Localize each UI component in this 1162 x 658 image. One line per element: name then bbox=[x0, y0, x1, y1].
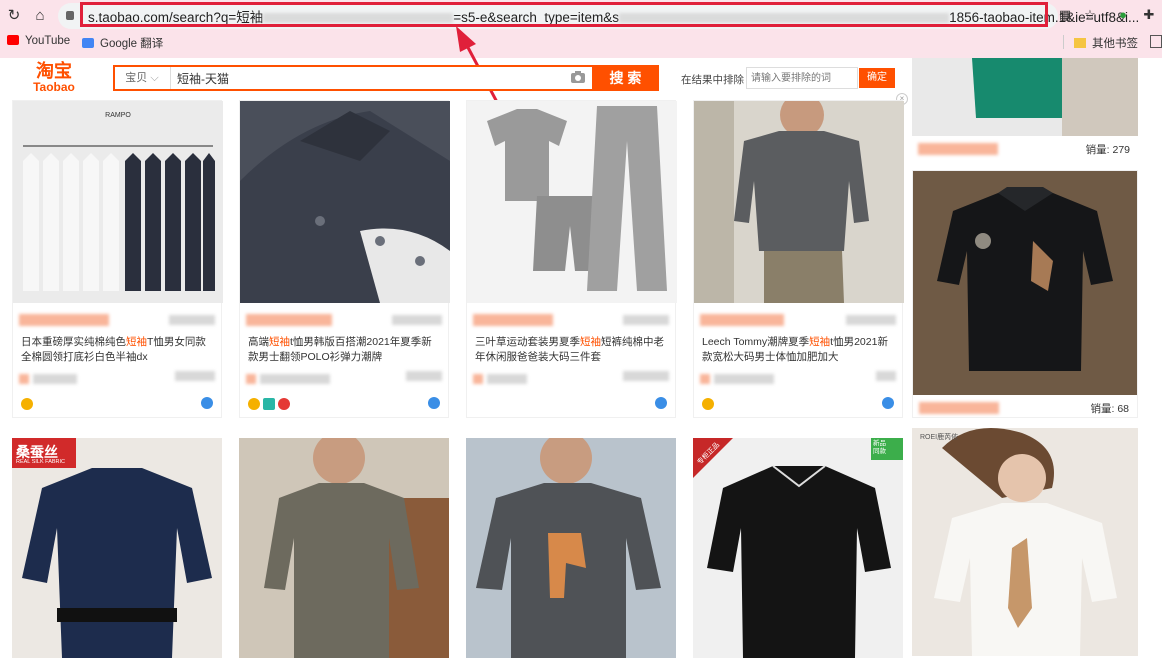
puzzle-icon[interactable]: ✚ bbox=[1140, 6, 1158, 24]
price-row bbox=[918, 142, 998, 160]
search-input[interactable]: 短袖-天猫 bbox=[177, 70, 229, 87]
exclude-input[interactable] bbox=[746, 67, 858, 89]
brand-badge-sub: REAL SILK FABRIC bbox=[16, 459, 66, 465]
reading-list-icon[interactable] bbox=[1150, 35, 1162, 48]
title-highlight: 短袖 bbox=[126, 336, 147, 348]
bookmark-google-translate[interactable]: Google 翻译 bbox=[82, 35, 163, 51]
flower-icon bbox=[278, 397, 290, 410]
badge-row bbox=[21, 395, 36, 410]
taobao-logo[interactable]: 淘宝 Taobao bbox=[28, 62, 80, 96]
title-highlight: 短袖 bbox=[580, 336, 601, 348]
search-button[interactable]: 搜 索 bbox=[592, 65, 659, 91]
product-image[interactable] bbox=[694, 101, 904, 303]
bookmark-label: YouTube bbox=[25, 35, 71, 47]
product-image[interactable]: ROEI鹿芮依 bbox=[912, 428, 1138, 656]
side-product-card[interactable]: 销量: 279 bbox=[912, 58, 1138, 158]
logo-en: Taobao bbox=[33, 80, 75, 94]
exclude-confirm-button[interactable]: 确定 bbox=[859, 68, 895, 88]
chevron-down-icon: ⌵ bbox=[150, 72, 159, 84]
product-image[interactable] bbox=[240, 101, 450, 303]
product-image[interactable] bbox=[467, 101, 677, 303]
star-icon[interactable]: ☆ bbox=[1081, 6, 1099, 24]
svg-text:RAMPO: RAMPO bbox=[105, 112, 131, 119]
wangwang-chat-icon[interactable] bbox=[882, 397, 894, 409]
product-title[interactable]: 三叶草运动套装男夏季短袖短裤纯棉中老年休闲服爸爸装大码三件套 bbox=[475, 335, 669, 365]
new-badge: 新品 同款 bbox=[873, 440, 886, 455]
title-text: 高端 bbox=[248, 336, 269, 348]
product-image[interactable] bbox=[912, 58, 1138, 136]
wangwang-chat-icon[interactable] bbox=[655, 397, 667, 409]
badge-row bbox=[248, 395, 293, 410]
wangwang-chat-icon[interactable] bbox=[428, 397, 440, 409]
badge-row bbox=[702, 395, 717, 410]
home-icon[interactable]: ⌂ bbox=[30, 6, 50, 26]
product-image[interactable] bbox=[466, 438, 676, 658]
title-highlight: 短袖 bbox=[809, 336, 831, 348]
price-row bbox=[700, 313, 896, 327]
extension-globe-icon[interactable]: ● bbox=[1114, 6, 1132, 24]
price-row bbox=[473, 313, 669, 327]
product-image[interactable]: 桑蚕丝 REAL SILK FABRIC bbox=[12, 438, 222, 658]
shop-row bbox=[700, 371, 896, 384]
product-card[interactable]: 三叶草运动套装男夏季短袖短裤纯棉中老年休闲服爸爸装大码三件套 bbox=[466, 100, 677, 418]
exclude-label: 在结果中排除 bbox=[681, 74, 744, 86]
folder-icon bbox=[1074, 38, 1086, 48]
title-highlight: 短袖 bbox=[269, 336, 290, 348]
search-scope-select[interactable]: 宝贝 ⌵ bbox=[114, 67, 171, 89]
bookmark-label: Google 翻译 bbox=[100, 38, 164, 50]
scope-label: 宝贝 bbox=[125, 72, 148, 84]
translate-icon bbox=[82, 38, 94, 48]
title-text: 三叶草运动套装男夏季 bbox=[475, 336, 580, 348]
brand-badge: ROEI鹿芮依 bbox=[920, 434, 959, 441]
bookmark-youtube[interactable]: YouTube bbox=[7, 35, 70, 47]
title-text: 日本重磅厚实纯棉纯色 bbox=[21, 336, 126, 348]
title-text: Leech Tommy潮牌夏季 bbox=[702, 336, 810, 348]
bookmark-label: 其他书签 bbox=[1092, 38, 1138, 50]
camera-icon[interactable] bbox=[570, 70, 586, 84]
product-title[interactable]: Leech Tommy潮牌夏季短袖t恤男2021新款宽松大码男士体恤加肥加大 bbox=[702, 335, 896, 365]
product-title[interactable]: 日本重磅厚实纯棉纯色短袖T恤男女同款全棉圆领打底衫白色半袖dx bbox=[21, 335, 215, 365]
product-card[interactable]: Leech Tommy潮牌夏季短袖t恤男2021新款宽松大码男士体恤加肥加大 bbox=[693, 100, 904, 418]
shop-row bbox=[246, 371, 442, 384]
gold-seller-icon bbox=[248, 397, 260, 410]
product-image[interactable] bbox=[239, 438, 449, 658]
guarantee-icon bbox=[263, 397, 275, 410]
gold-seller-icon bbox=[702, 397, 714, 410]
shop-row bbox=[19, 371, 215, 384]
sales-count: 销量: 279 bbox=[1085, 144, 1130, 156]
price-row bbox=[919, 401, 999, 419]
product-title[interactable]: 高端短袖t恤男韩版百搭潮2021年夏季新款男士翻领POLO衫弹力潮牌 bbox=[248, 335, 442, 365]
product-image[interactable]: RAMPO bbox=[13, 101, 223, 303]
logo-cn: 淘宝 bbox=[36, 61, 72, 81]
price-row bbox=[19, 313, 215, 327]
product-image[interactable]: 专柜正品 新品 同款 bbox=[693, 438, 903, 658]
wangwang-chat-icon[interactable] bbox=[201, 397, 213, 409]
lock-icon bbox=[66, 11, 74, 20]
youtube-icon bbox=[7, 35, 19, 45]
sales-count: 销量: 68 bbox=[1090, 403, 1129, 415]
side-product-card[interactable]: 销量: 68 bbox=[912, 170, 1138, 418]
shop-row bbox=[473, 371, 669, 384]
product-image[interactable] bbox=[913, 171, 1137, 395]
bookmark-other[interactable]: 其他书签 bbox=[1074, 35, 1138, 51]
gold-seller-icon bbox=[21, 397, 33, 410]
reload-icon[interactable]: ↻ bbox=[4, 6, 24, 26]
product-card[interactable]: 高端短袖t恤男韩版百搭潮2021年夏季新款男士翻领POLO衫弹力潮牌 bbox=[239, 100, 450, 418]
product-card[interactable]: RAMPO 日本重磅厚实纯棉纯色短袖T恤男女同款全棉圆领打底衫白色半袖dx bbox=[12, 100, 223, 418]
url-highlight-box bbox=[80, 2, 1048, 27]
price-row bbox=[246, 313, 442, 327]
bookmarks-bar: YouTube Google 翻译 其他书签 bbox=[0, 32, 1162, 54]
tab-grid-icon[interactable]: ▦ bbox=[1056, 6, 1074, 24]
bookmarks-divider bbox=[1063, 35, 1064, 49]
